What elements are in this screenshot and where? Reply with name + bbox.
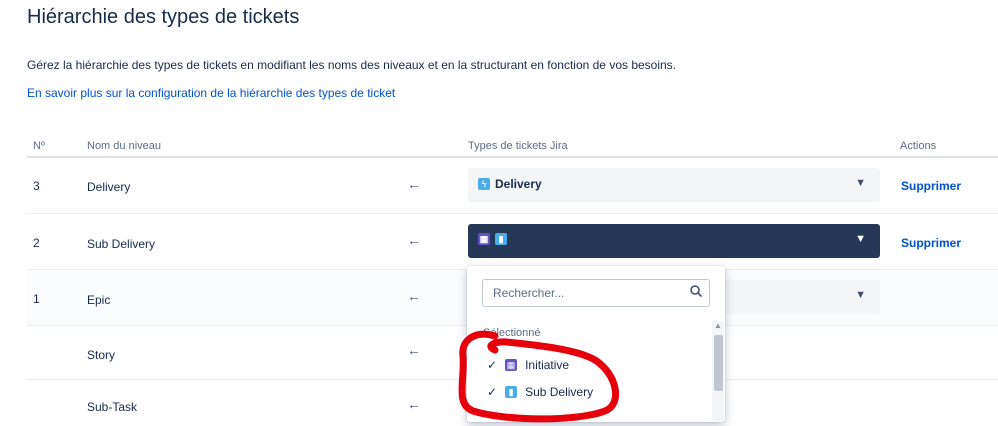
arrow-left-icon: ← (407, 396, 421, 412)
search-field[interactable] (482, 279, 710, 307)
lightning-icon: ϟ (478, 178, 490, 190)
level-name: Sub-Task (87, 400, 138, 414)
selected-group-label: Sélectionné (483, 327, 541, 339)
level-number: 2 (33, 236, 40, 250)
delete-button[interactable]: Supprimer (901, 179, 961, 193)
table-row: 3 Delivery ← ϟ Delivery ▼ Supprimer (27, 158, 998, 214)
chevron-down-icon: ▼ (855, 233, 866, 245)
page-title: Hiérarchie des types de tickets (27, 6, 300, 28)
level-number: 1 (33, 292, 40, 306)
bookmark-icon: ▮ (505, 386, 518, 398)
chevron-down-icon: ▼ (855, 289, 866, 301)
column-header-issue-types: Types de tickets Jira (468, 140, 568, 152)
scrollbar-thumb[interactable] (714, 335, 723, 391)
option-sub-delivery[interactable]: ✓ ▮ Sub Delivery (487, 385, 593, 399)
table-row: 2 Sub Delivery ← ▦ ▮ ▼ Supprimer (27, 214, 998, 270)
arrow-left-icon: ← (407, 232, 421, 248)
option-label: Initiative (525, 358, 570, 372)
arrow-left-icon: ← (407, 176, 421, 192)
initiative-icon: ▦ (505, 359, 518, 371)
level-name: Delivery (87, 180, 131, 194)
check-icon: ✓ (487, 358, 498, 372)
level-number: 3 (33, 179, 40, 193)
option-initiative[interactable]: ✓ ▦ Initiative (487, 358, 569, 372)
issue-type-select[interactable]: ▦ ▮ ▼ (468, 224, 880, 258)
selected-issue-type: Delivery (495, 177, 542, 191)
level-name: Epic (87, 293, 111, 307)
dropdown-scrollbar[interactable]: ▲ (712, 321, 724, 421)
scroll-up-icon: ▲ (714, 321, 722, 330)
bookmark-icon: ▮ (495, 233, 507, 245)
search-icon (690, 285, 703, 298)
option-label: Sub Delivery (525, 385, 594, 399)
delete-button[interactable]: Supprimer (901, 236, 961, 250)
arrow-left-icon: ← (407, 288, 421, 304)
level-name: Story (87, 348, 116, 362)
level-name: Sub Delivery (87, 237, 156, 251)
initiative-icon: ▦ (478, 233, 490, 245)
column-header-actions: Actions (900, 140, 937, 152)
search-input[interactable] (491, 285, 685, 301)
arrow-left-icon: ← (407, 342, 421, 358)
column-header-number: Nº (33, 140, 45, 152)
check-icon: ✓ (487, 385, 498, 399)
chevron-down-icon: ▼ (855, 177, 866, 189)
issue-type-dropdown: Sélectionné ✓ ▦ Initiative ✓ ▮ Sub Deliv… (467, 266, 725, 422)
issue-type-select[interactable]: ϟ Delivery ▼ (468, 168, 880, 202)
page-description: Gérez la hiérarchie des types de tickets… (27, 58, 677, 72)
column-header-level-name: Nom du niveau (87, 140, 161, 152)
learn-more-link[interactable]: En savoir plus sur la configuration de l… (27, 86, 395, 100)
